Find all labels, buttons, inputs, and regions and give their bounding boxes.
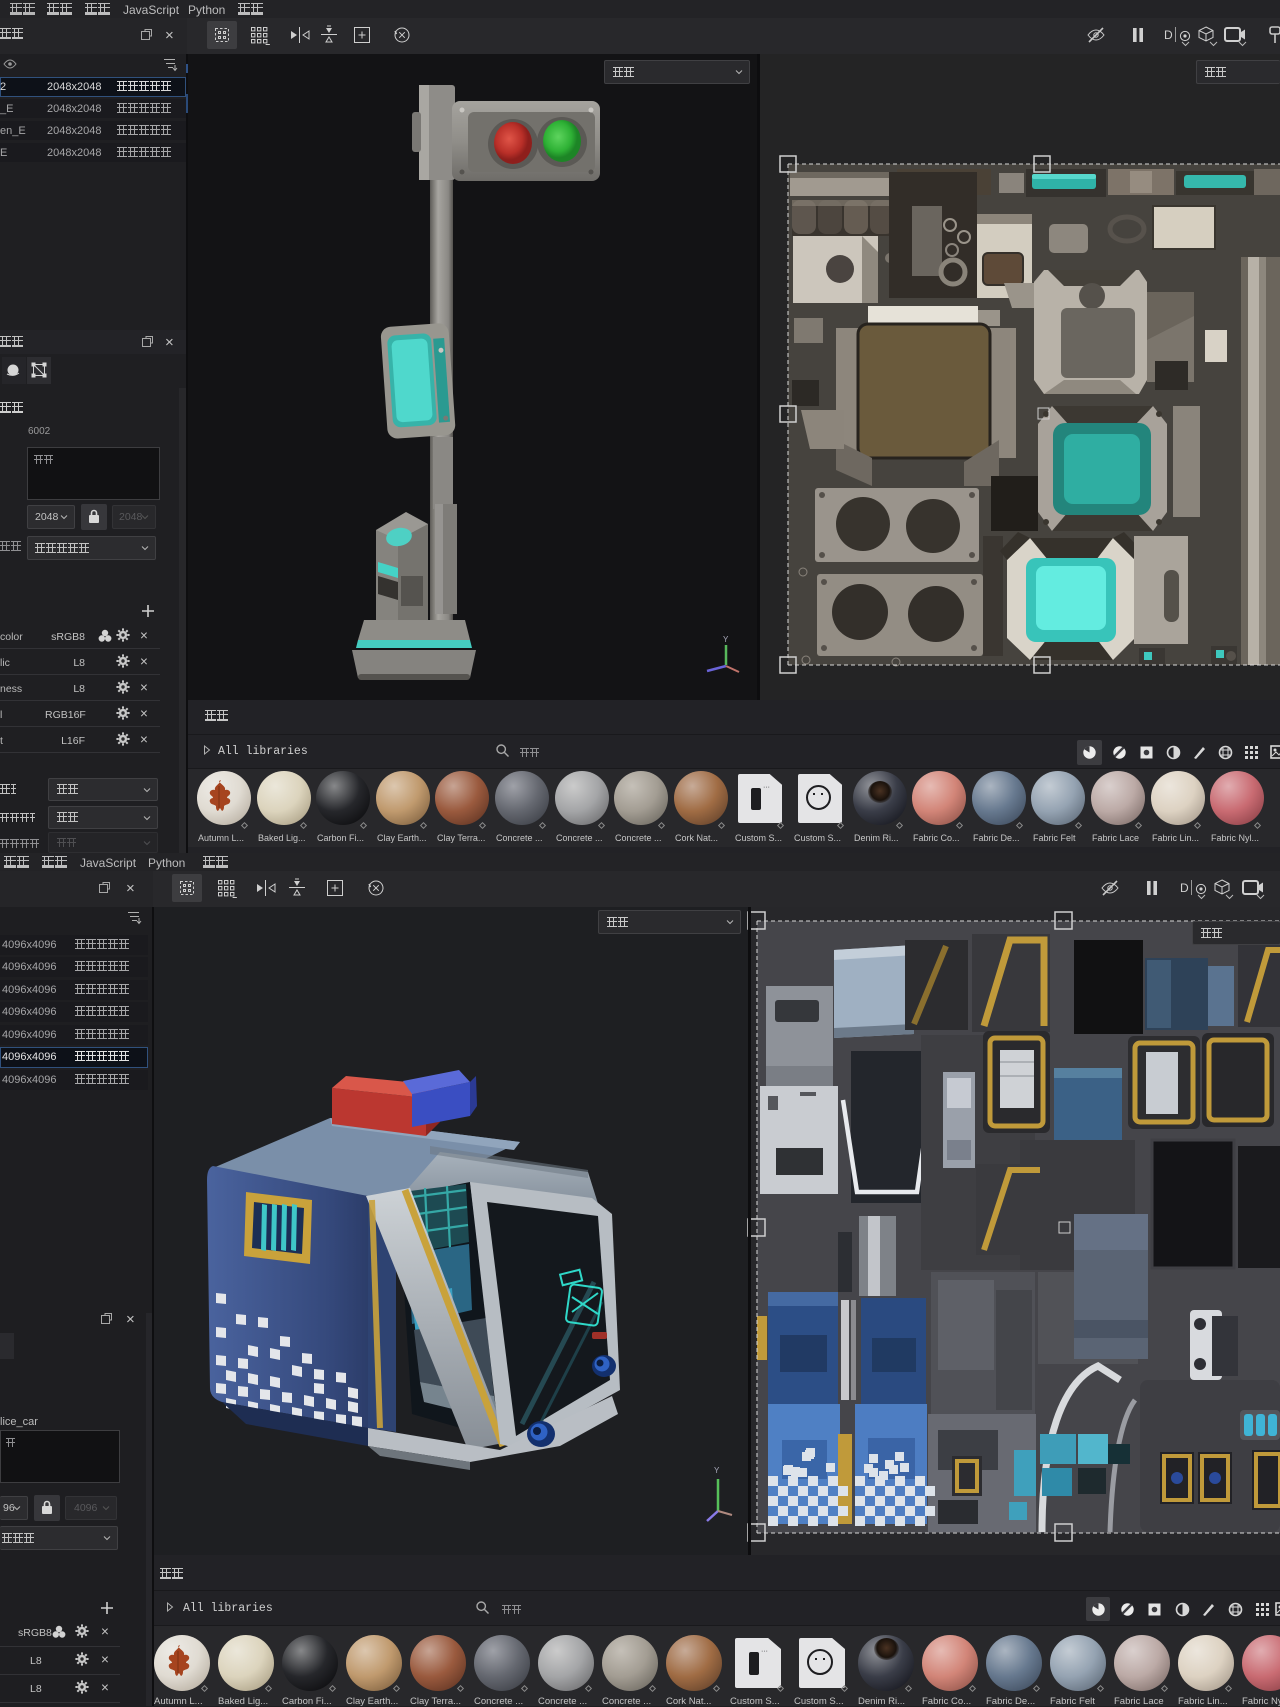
svg-text:Y: Y	[714, 1466, 720, 1475]
svg-text:Y: Y	[723, 635, 729, 644]
